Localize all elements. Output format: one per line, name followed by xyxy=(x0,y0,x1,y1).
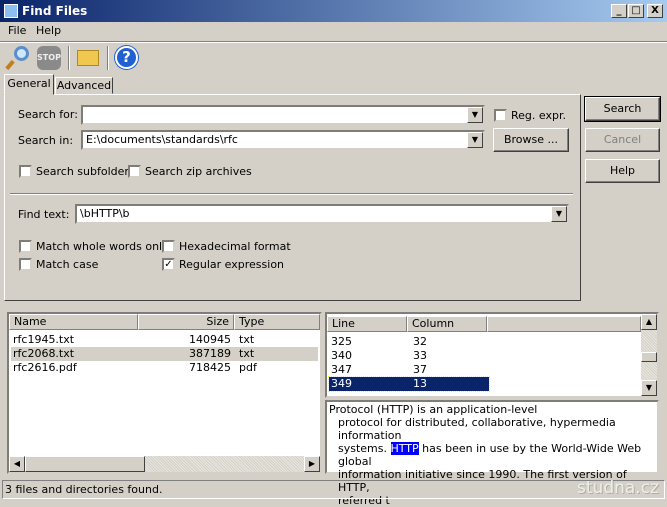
cancel-button[interactable]: Cancel xyxy=(585,128,660,152)
regex-label: Regular expression xyxy=(179,258,285,271)
find-text-label: Find text: xyxy=(18,208,70,221)
subfolders-label: Search subfolders xyxy=(36,165,135,178)
app-icon xyxy=(4,4,18,18)
status-text: 3 files and directories found. xyxy=(5,483,163,496)
match-case-label: Match case xyxy=(36,258,99,271)
search-in-label: Search in: xyxy=(18,134,74,147)
zip-label: Search zip archives xyxy=(145,165,252,178)
match-highlight: HTTP xyxy=(390,442,419,455)
chevron-down-icon[interactable]: ▼ xyxy=(467,107,483,123)
hex-checkbox[interactable] xyxy=(162,240,175,253)
col-name[interactable]: Name xyxy=(9,314,138,330)
hex-label: Hexadecimal format xyxy=(179,240,291,253)
reg-expr-checkbox[interactable] xyxy=(494,109,507,122)
scroll-down-icon[interactable]: ▼ xyxy=(641,380,657,396)
search-for-input[interactable]: ▼ xyxy=(81,105,485,125)
preview-line: Protocol (HTTP) is an application-level xyxy=(329,403,538,416)
preview-line: protocol for distributed, collaborative,… xyxy=(338,416,616,442)
watermark: studna.cz xyxy=(577,478,659,498)
match-case-checkbox[interactable] xyxy=(19,258,32,271)
toolbar-separator xyxy=(107,46,109,70)
file-list[interactable]: Name Size Type rfc1945.txt 140945 txt rfc2… xyxy=(7,312,322,474)
file-row[interactable]: rfc2616.pdf 718425 pdf xyxy=(11,361,318,375)
scroll-thumb[interactable] xyxy=(641,352,657,362)
scroll-thumb[interactable] xyxy=(25,456,145,472)
subfolders-checkbox[interactable] xyxy=(19,165,32,178)
menu-help[interactable]: Help xyxy=(36,24,61,37)
horizontal-scrollbar[interactable]: ◀ ▶ xyxy=(9,456,320,472)
whole-words-label: Match whole words only xyxy=(36,240,169,253)
toolbar-separator xyxy=(68,46,70,70)
search-button[interactable]: Search xyxy=(584,96,661,122)
menu-divider xyxy=(0,41,667,43)
search-in-input[interactable]: E:\documents\standards\rfc ▼ xyxy=(81,130,485,150)
scroll-up-icon[interactable]: ▲ xyxy=(641,314,657,330)
preview-line: systems. HTTP has been in use by the Wor… xyxy=(338,442,642,468)
col-blank xyxy=(487,316,641,332)
chevron-down-icon[interactable]: ▼ xyxy=(551,206,567,222)
col-column[interactable]: Column xyxy=(407,316,487,332)
minimize-button[interactable]: _ xyxy=(611,4,627,18)
search-for-label: Search for: xyxy=(18,108,78,121)
tab-general[interactable]: General xyxy=(4,74,54,95)
chevron-down-icon[interactable]: ▼ xyxy=(467,132,483,148)
whole-words-checkbox[interactable] xyxy=(19,240,32,253)
browse-button[interactable]: Browse ... xyxy=(493,128,569,152)
file-row-selected[interactable]: rfc2068.txt 387189 txt xyxy=(11,347,318,361)
col-type[interactable]: Type xyxy=(234,314,320,330)
scroll-right-icon[interactable]: ▶ xyxy=(304,456,320,472)
find-text-input[interactable]: \bHTTP\b ▼ xyxy=(75,204,569,224)
file-row[interactable]: rfc1945.txt 140945 txt xyxy=(11,333,318,347)
title-bar: Find Files _ □ X xyxy=(0,0,667,22)
window-title: Find Files xyxy=(22,4,88,18)
stop-icon[interactable]: STOP xyxy=(37,46,61,70)
tab-advanced[interactable]: Advanced xyxy=(55,77,113,94)
help-icon[interactable]: ? xyxy=(115,46,138,69)
status-bar: 3 files and directories found. xyxy=(2,480,665,499)
zip-checkbox[interactable] xyxy=(128,165,141,178)
col-line[interactable]: Line xyxy=(327,316,407,332)
reg-expr-label: Reg. expr. xyxy=(511,109,566,122)
match-row-selected[interactable]: 349 13 xyxy=(328,376,490,392)
divider xyxy=(10,193,573,195)
help-button[interactable]: Help xyxy=(585,159,660,183)
regex-checkbox[interactable]: ✓ xyxy=(162,258,175,271)
maximize-button[interactable]: □ xyxy=(628,4,644,18)
match-row[interactable]: 347 37 xyxy=(329,363,489,377)
vertical-scrollbar[interactable]: ▲ ▼ xyxy=(641,314,657,396)
menu-file[interactable]: File xyxy=(8,24,26,37)
scroll-left-icon[interactable]: ◀ xyxy=(9,456,25,472)
search-icon[interactable] xyxy=(5,46,30,71)
match-row[interactable]: 340 33 xyxy=(329,349,489,363)
match-row[interactable]: 325 32 xyxy=(329,335,489,349)
col-size[interactable]: Size xyxy=(138,314,234,330)
preview-text[interactable]: Protocol (HTTP) is an application-level … xyxy=(325,400,659,507)
match-list[interactable]: Line Column 325 32 340 33 347 37 349 13 ▲ ▼ xyxy=(325,312,659,398)
open-folder-icon[interactable] xyxy=(77,50,99,66)
close-button[interactable]: X xyxy=(647,4,663,18)
